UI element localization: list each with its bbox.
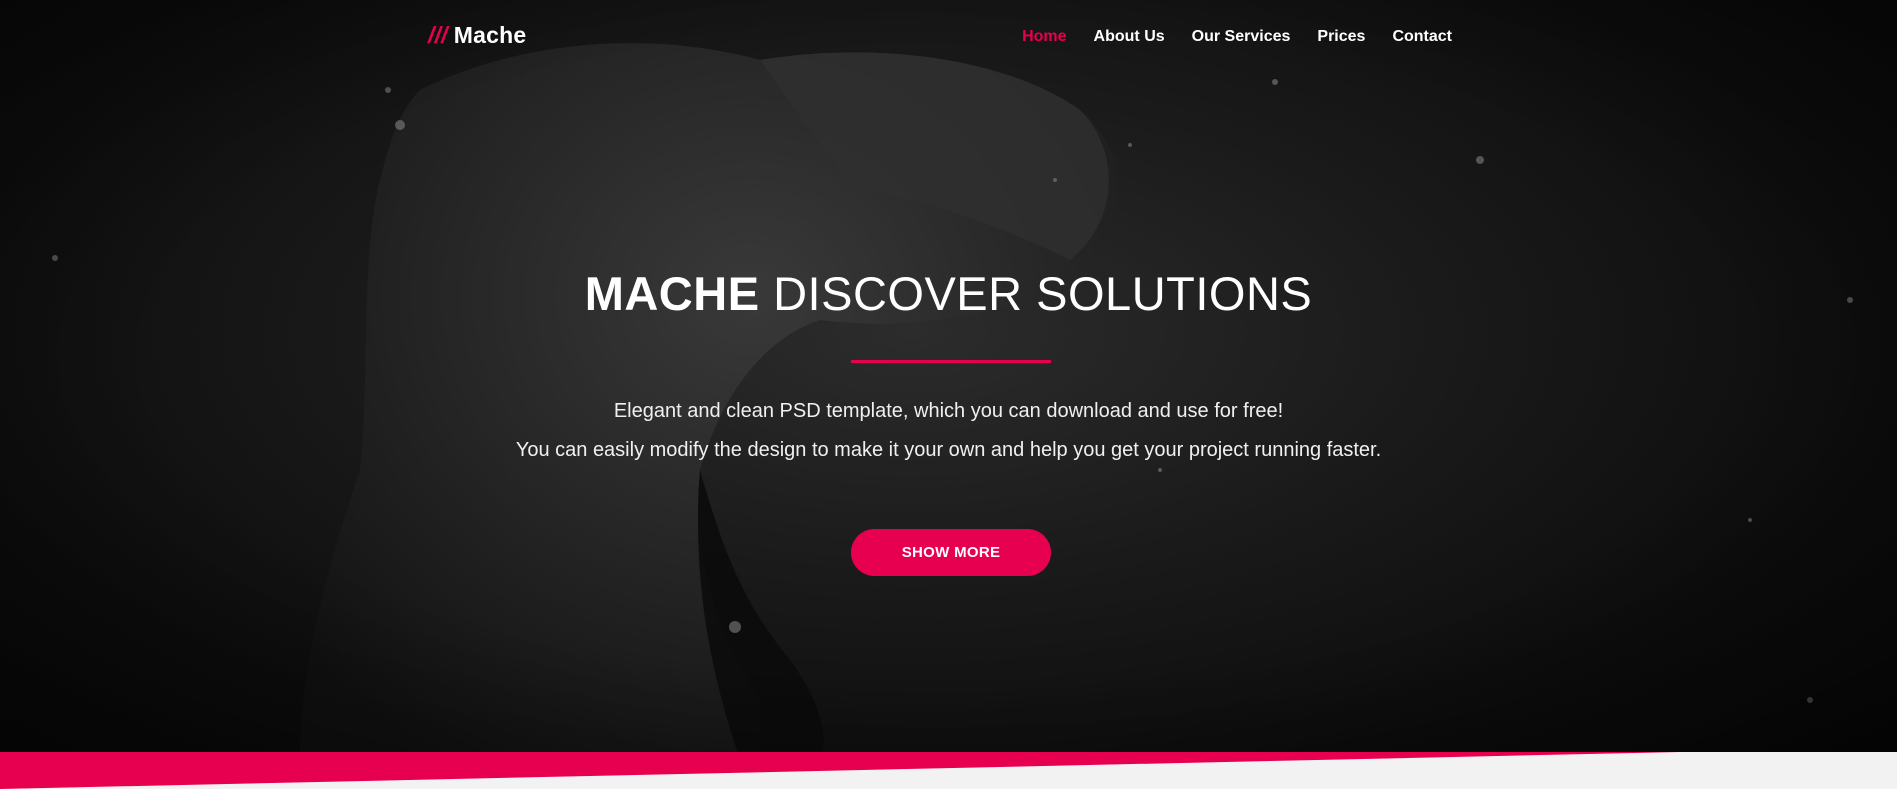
show-more-button[interactable]: SHOW MORE bbox=[851, 529, 1051, 576]
hero-subtitle-line2: You can easily modify the design to make… bbox=[515, 439, 1382, 461]
nav-item-contact[interactable]: Contact bbox=[1392, 28, 1452, 46]
bottom-accent-band bbox=[0, 752, 1897, 789]
title-divider bbox=[851, 360, 1051, 363]
main-nav: Home About Us Our Services Prices Contac… bbox=[1022, 28, 1452, 46]
nav-item-about-us[interactable]: About Us bbox=[1094, 28, 1165, 46]
hero-title: MACHE DISCOVER SOLUTIONS bbox=[0, 266, 1897, 321]
brand-name: Mache bbox=[453, 22, 527, 48]
navbar: ///Mache Home About Us Our Services Pric… bbox=[0, 0, 1897, 78]
brand-logo[interactable]: ///Mache bbox=[428, 22, 526, 49]
hero-background-image bbox=[0, 0, 1897, 789]
nav-item-home[interactable]: Home bbox=[1022, 28, 1066, 46]
hero-title-strong: MACHE bbox=[584, 267, 760, 320]
nav-item-prices[interactable]: Prices bbox=[1317, 28, 1365, 46]
hero-subtitle-line1: Elegant and clean PSD template, which yo… bbox=[613, 400, 1284, 422]
hero-section: ///Mache Home About Us Our Services Pric… bbox=[0, 0, 1897, 789]
logo-slashes: /// bbox=[428, 22, 448, 48]
nav-item-our-services[interactable]: Our Services bbox=[1192, 28, 1291, 46]
hero-title-light: DISCOVER SOLUTIONS bbox=[773, 267, 1313, 320]
